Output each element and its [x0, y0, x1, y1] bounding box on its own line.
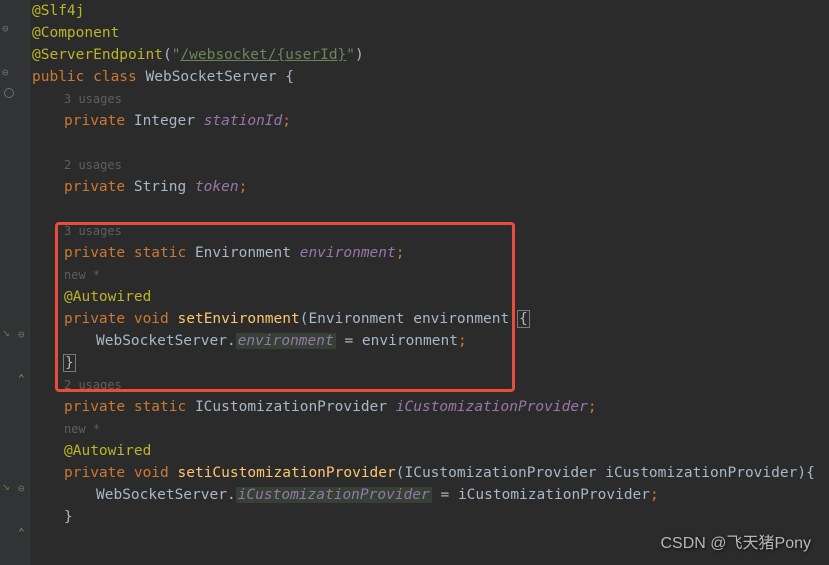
- keyword: private: [64, 399, 134, 415]
- field: stationId: [204, 113, 283, 129]
- type: String: [134, 179, 195, 195]
- class-ref: WebSocketServer.: [96, 333, 236, 349]
- override-icon[interactable]: ↘: [2, 322, 16, 336]
- param-name: iCustomizationProvider: [605, 465, 797, 481]
- paren: ): [797, 465, 806, 481]
- class-ref: WebSocketServer.: [96, 487, 236, 503]
- code-editor[interactable]: @Slf4j @Component @ServerEndpoint( "/webs…: [30, 0, 829, 565]
- keyword: void: [134, 311, 178, 327]
- type: Integer: [134, 113, 204, 129]
- semicolon: ;: [239, 179, 248, 195]
- usage-hint[interactable]: 3 usages: [32, 220, 829, 242]
- usage-hint[interactable]: 2 usages: [32, 154, 829, 176]
- class-icon[interactable]: [4, 84, 18, 98]
- param-name: environment: [413, 311, 509, 327]
- keyword: class: [93, 69, 145, 85]
- class-name: WebSocketServer: [146, 69, 286, 85]
- brace: {: [806, 465, 815, 481]
- keyword: private: [64, 311, 134, 327]
- string-quote: ": [346, 47, 355, 63]
- annotation: @Autowired: [64, 443, 151, 459]
- watermark-text: CSDN @飞天猪Pony: [661, 533, 812, 555]
- brace: }: [63, 354, 76, 372]
- keyword: private: [64, 465, 134, 481]
- paren: (: [163, 47, 172, 63]
- keyword: private: [64, 113, 134, 129]
- semicolon: ;: [396, 245, 405, 261]
- paren: ): [355, 47, 364, 63]
- method-name: setEnvironment: [178, 311, 300, 327]
- assign: =: [432, 487, 458, 503]
- semicolon: ;: [650, 487, 659, 503]
- new-hint: new *: [32, 418, 829, 440]
- keyword: void: [134, 465, 178, 481]
- assign: =: [336, 333, 362, 349]
- brace: }: [64, 509, 73, 525]
- type: Environment: [195, 245, 300, 261]
- collapse-icon[interactable]: ⊖: [2, 62, 16, 76]
- endpoint-url: /websocket/{userId}: [180, 47, 346, 63]
- annotation: @Slf4j: [32, 3, 84, 19]
- static-field: iCustomizationProvider: [236, 487, 432, 503]
- annotation: @Component: [32, 25, 119, 41]
- usage-hint[interactable]: 3 usages: [32, 88, 829, 110]
- field: environment: [300, 245, 396, 261]
- semicolon: ;: [458, 333, 467, 349]
- type: ICustomizationProvider: [195, 399, 396, 415]
- field: token: [195, 179, 239, 195]
- keyword: public: [32, 69, 93, 85]
- semicolon: ;: [588, 399, 597, 415]
- method-name: setiCustomizationProvider: [178, 465, 396, 481]
- arg: environment: [362, 333, 458, 349]
- param-type: ICustomizationProvider: [404, 465, 605, 481]
- annotation: @Autowired: [64, 289, 151, 305]
- collapse-icon[interactable]: ⊖: [2, 18, 16, 32]
- keyword: private: [64, 179, 134, 195]
- semicolon: ;: [282, 113, 291, 129]
- annotation: @ServerEndpoint: [32, 47, 163, 63]
- field: iCustomizationProvider: [396, 399, 588, 415]
- editor-gutter: ⊖ ⊖ ↘ ⊖ ⌃ ↘ ⊖ ⌃: [0, 0, 30, 565]
- keyword: private: [64, 245, 134, 261]
- override-icon[interactable]: ↘: [2, 476, 16, 490]
- new-hint: new *: [32, 264, 829, 286]
- keyword: static: [134, 245, 195, 261]
- brace: {: [517, 310, 530, 328]
- arg: iCustomizationProvider: [458, 487, 650, 503]
- usage-hint[interactable]: 2 usages: [32, 374, 829, 396]
- param-type: Environment: [308, 311, 413, 327]
- keyword: static: [134, 399, 195, 415]
- brace: {: [285, 69, 294, 85]
- static-field: environment: [236, 333, 336, 349]
